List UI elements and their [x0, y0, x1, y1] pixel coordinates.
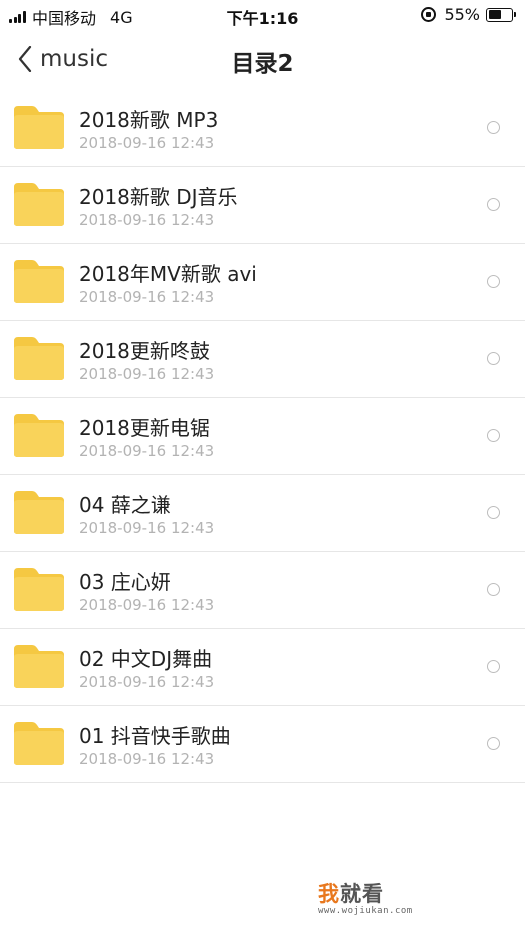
folder-row[interactable]: 2018更新电锯 2018-09-16 12:43 [0, 398, 525, 475]
folder-row[interactable]: 04 薛之谦 2018-09-16 12:43 [0, 475, 525, 552]
battery-fill [488, 10, 501, 19]
watermark-logo: 我就看 [318, 878, 413, 908]
folder-row[interactable]: 2018新歌 DJ音乐 2018-09-16 12:43 [0, 167, 525, 244]
folder-name: 2018新歌 MP3 [79, 108, 219, 132]
folder-date: 2018-09-16 12:43 [79, 596, 215, 614]
folder-date: 2018-09-16 12:43 [79, 519, 215, 537]
folder-date: 2018-09-16 12:43 [79, 288, 215, 306]
select-radio[interactable] [487, 275, 500, 288]
select-radio[interactable] [487, 583, 500, 596]
select-radio[interactable] [487, 198, 500, 211]
status-bar: 中国移动 4G 下午1:16 55% [0, 0, 525, 30]
folder-icon [14, 722, 64, 765]
folder-name: 02 中文DJ舞曲 [79, 647, 213, 671]
folder-name: 01 抖音快手歌曲 [79, 724, 231, 748]
folder-icon [14, 183, 64, 226]
select-radio[interactable] [487, 506, 500, 519]
folder-date: 2018-09-16 12:43 [79, 750, 215, 768]
folder-name: 2018新歌 DJ音乐 [79, 185, 238, 209]
folder-name: 2018更新电锯 [79, 416, 210, 440]
folder-icon [14, 260, 64, 303]
folder-date: 2018-09-16 12:43 [79, 442, 215, 460]
folder-row[interactable]: 03 庄心妍 2018-09-16 12:43 [0, 552, 525, 629]
folder-icon [14, 414, 64, 457]
folder-row[interactable]: 2018年MV新歌 avi 2018-09-16 12:43 [0, 244, 525, 321]
folder-date: 2018-09-16 12:43 [79, 673, 215, 691]
folder-icon [14, 645, 64, 688]
folder-icon [14, 106, 64, 149]
folder-row[interactable]: 02 中文DJ舞曲 2018-09-16 12:43 [0, 629, 525, 706]
folder-row[interactable]: 2018更新咚鼓 2018-09-16 12:43 [0, 321, 525, 398]
battery-icon [486, 7, 516, 22]
select-radio[interactable] [487, 121, 500, 134]
folder-name: 2018更新咚鼓 [79, 339, 210, 363]
watermark-rest: 就看 [340, 882, 384, 906]
select-radio[interactable] [487, 660, 500, 673]
page-title: 目录2 [231, 51, 294, 77]
folder-list: 2018新歌 MP3 2018-09-16 12:43 2018新歌 DJ音乐 201… [0, 90, 525, 783]
battery-percent: 55% [444, 5, 480, 24]
watermark-accent: 我 [318, 882, 340, 906]
folder-icon [14, 491, 64, 534]
select-radio[interactable] [487, 737, 500, 750]
folder-icon [14, 568, 64, 611]
folder-name: 03 庄心妍 [79, 570, 171, 594]
folder-date: 2018-09-16 12:43 [79, 365, 215, 383]
select-radio[interactable] [487, 429, 500, 442]
watermark: 我就看 www.wojiukan.com [318, 878, 413, 916]
select-radio[interactable] [487, 352, 500, 365]
folder-date: 2018-09-16 12:43 [79, 134, 215, 152]
folder-name: 2018年MV新歌 avi [79, 262, 257, 286]
watermark-url: www.wojiukan.com [318, 906, 413, 916]
folder-name: 04 薛之谦 [79, 493, 171, 517]
rotation-lock-icon [421, 7, 437, 22]
status-right: 55% [421, 5, 516, 24]
folder-date: 2018-09-16 12:43 [79, 211, 215, 229]
folder-row[interactable]: 2018新歌 MP3 2018-09-16 12:43 [0, 90, 525, 167]
folder-icon [14, 337, 64, 380]
nav-bar: music 目录2 [0, 30, 525, 90]
folder-row[interactable]: 01 抖音快手歌曲 2018-09-16 12:43 [0, 706, 525, 783]
